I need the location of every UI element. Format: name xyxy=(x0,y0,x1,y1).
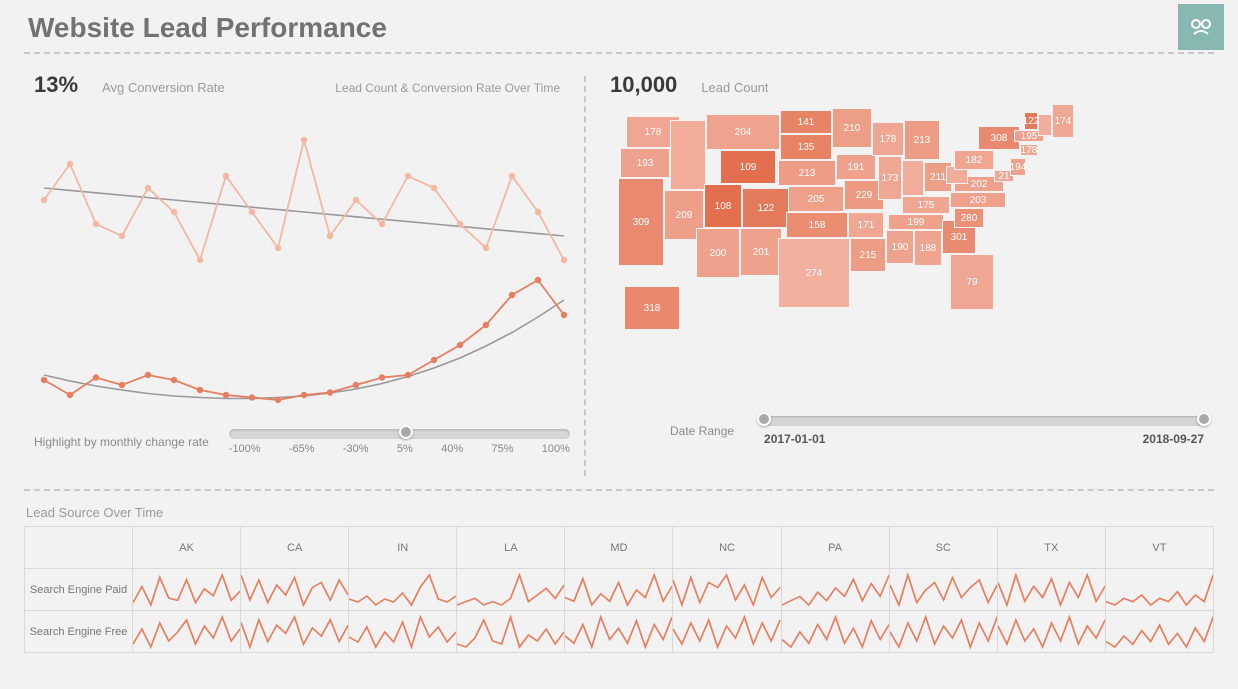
col-ca: CA xyxy=(241,527,349,569)
spark-paid-pa xyxy=(781,569,889,611)
state-la[interactable]: 215 xyxy=(850,238,886,272)
lead-source-table: AKCAINLAMDNCPASCTXVT Search Engine PaidSe… xyxy=(24,526,1214,653)
spark-paid-la xyxy=(457,569,565,611)
spark-free-la xyxy=(457,611,565,653)
slider-tick: -65% xyxy=(289,443,315,455)
spark-paid-in xyxy=(349,569,457,611)
spark-paid-vt xyxy=(1105,569,1213,611)
state-mn[interactable]: 210 xyxy=(832,108,872,148)
lead-count-value: 10,000 xyxy=(610,72,677,98)
col-in: IN xyxy=(349,527,457,569)
spark-paid-ca xyxy=(241,569,349,611)
state-az[interactable]: 200 xyxy=(696,228,740,278)
spark-paid-tx xyxy=(997,569,1105,611)
col-sc: SC xyxy=(889,527,997,569)
spark-paid-ak xyxy=(133,569,241,611)
state-me[interactable]: 174 xyxy=(1052,104,1074,138)
state-nm[interactable]: 201 xyxy=(740,228,782,276)
state-pa[interactable]: 182 xyxy=(954,150,994,170)
table-corner xyxy=(25,527,133,569)
date-range-slider[interactable]: 2017-01-01 2018-09-27 xyxy=(764,416,1204,446)
state-ms[interactable]: 190 xyxy=(886,230,914,264)
col-md: MD xyxy=(565,527,673,569)
state-ct[interactable]: 178 xyxy=(1020,144,1038,156)
spark-free-ca xyxy=(241,611,349,653)
state-mt[interactable]: 204 xyxy=(706,114,780,150)
lead-count-panel: 10,000 Lead Count 1781933092092041091081… xyxy=(586,72,1214,483)
conversion-panel: 13% Avg Conversion Rate Lead Count & Con… xyxy=(24,72,584,483)
row-free: Search Engine Free xyxy=(25,611,133,653)
spark-free-pa xyxy=(781,611,889,653)
spark-paid-nc xyxy=(673,569,781,611)
page-title: Website Lead Performance xyxy=(28,12,387,44)
conversion-leads-chart xyxy=(34,110,574,420)
spark-free-md xyxy=(565,611,673,653)
spark-paid-sc xyxy=(889,569,997,611)
conversion-rate-value: 13% xyxy=(34,72,78,98)
spark-free-nc xyxy=(673,611,781,653)
spark-paid-md xyxy=(565,569,673,611)
col-la: LA xyxy=(457,527,565,569)
change-slider-label: Highlight by monthly change rate xyxy=(34,435,209,449)
spark-free-vt xyxy=(1105,611,1213,653)
slider-tick: 75% xyxy=(491,443,513,455)
state-ca[interactable]: 309 xyxy=(618,178,664,266)
state-ok[interactable]: 158 xyxy=(786,212,848,238)
slider-tick: 100% xyxy=(542,443,570,455)
state-or[interactable]: 193 xyxy=(620,148,670,178)
state-ne[interactable]: 213 xyxy=(778,160,836,186)
state-vt[interactable]: 122 xyxy=(1024,112,1038,130)
row-paid: Search Engine Paid xyxy=(25,569,133,611)
change-rate-slider[interactable]: -100% -65% -30% 5% 40% 75% 100% xyxy=(229,429,570,455)
state-mi[interactable]: 213 xyxy=(904,120,940,160)
state-ak[interactable]: 318 xyxy=(624,286,680,330)
slider-tick: -30% xyxy=(343,443,369,455)
state-tn[interactable]: 199 xyxy=(888,214,944,230)
date-range-label: Date Range xyxy=(670,424,734,438)
state-in[interactable] xyxy=(902,160,924,196)
slider-tick: 40% xyxy=(441,443,463,455)
state-fl[interactable]: 79 xyxy=(950,254,994,310)
state-sd[interactable]: 135 xyxy=(780,134,832,160)
state-nh[interactable] xyxy=(1038,114,1052,136)
col-vt: VT xyxy=(1105,527,1213,569)
spark-free-tx xyxy=(997,611,1105,653)
spark-free-in xyxy=(349,611,457,653)
state-ar[interactable]: 171 xyxy=(848,212,884,238)
col-pa: PA xyxy=(781,527,889,569)
brand-logo xyxy=(1178,4,1224,50)
slider-tick: 5% xyxy=(397,443,413,455)
col-ak: AK xyxy=(133,527,241,569)
state-id[interactable] xyxy=(670,120,706,190)
conversion-rate-label: Avg Conversion Rate xyxy=(102,80,225,95)
us-choropleth-map[interactable]: 1781933092092041091081222002011411352132… xyxy=(610,100,1150,410)
date-range-end: 2018-09-27 xyxy=(1143,432,1204,446)
state-ut[interactable]: 108 xyxy=(704,184,742,228)
state-nc[interactable]: 203 xyxy=(950,192,1006,208)
state-tx[interactable]: 274 xyxy=(778,238,850,308)
state-nd[interactable]: 141 xyxy=(780,110,832,134)
state-ia[interactable]: 191 xyxy=(836,154,876,180)
state-ky[interactable]: 175 xyxy=(902,196,950,214)
state-sc[interactable]: 280 xyxy=(954,208,984,228)
state-nj[interactable]: 194 xyxy=(1010,158,1026,176)
state-wy[interactable]: 109 xyxy=(720,150,776,184)
state-il[interactable]: 173 xyxy=(878,156,902,200)
date-range-start: 2017-01-01 xyxy=(764,432,825,446)
spark-free-sc xyxy=(889,611,997,653)
state-ks[interactable]: 205 xyxy=(788,186,844,212)
spark-free-ak xyxy=(133,611,241,653)
conversion-chart-title: Lead Count & Conversion Rate Over Time xyxy=(335,81,570,95)
slider-tick: -100% xyxy=(229,443,261,455)
col-tx: TX xyxy=(997,527,1105,569)
state-al[interactable]: 188 xyxy=(914,230,942,266)
state-co[interactable]: 122 xyxy=(742,188,790,228)
lead-count-label: Lead Count xyxy=(701,80,768,95)
state-wi[interactable]: 178 xyxy=(872,122,904,156)
lead-source-title: Lead Source Over Time xyxy=(26,505,1214,520)
col-nc: NC xyxy=(673,527,781,569)
